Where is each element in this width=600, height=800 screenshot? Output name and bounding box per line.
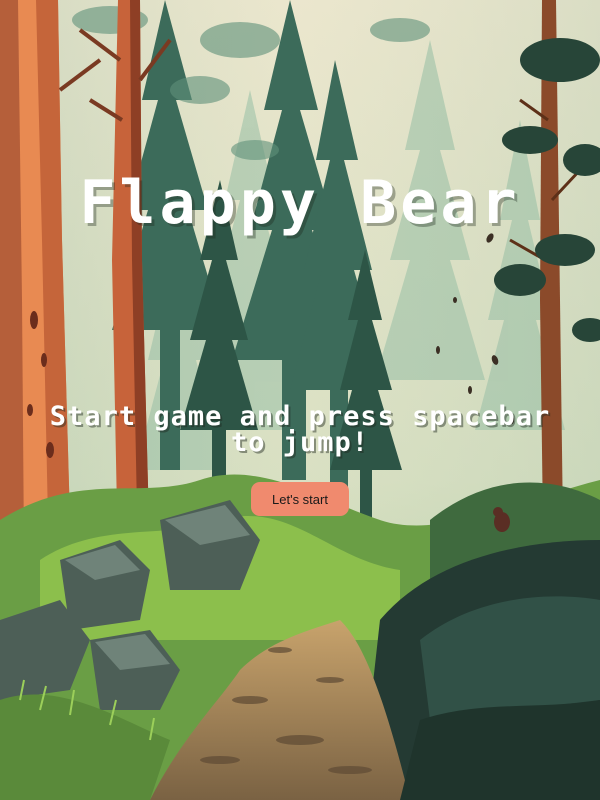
start-button[interactable]: Let's start bbox=[251, 482, 349, 516]
game-title: Flappy Bear bbox=[79, 168, 521, 238]
forest-background bbox=[0, 0, 600, 800]
instructions-text: Start game and press spacebar to jump! bbox=[49, 401, 551, 458]
